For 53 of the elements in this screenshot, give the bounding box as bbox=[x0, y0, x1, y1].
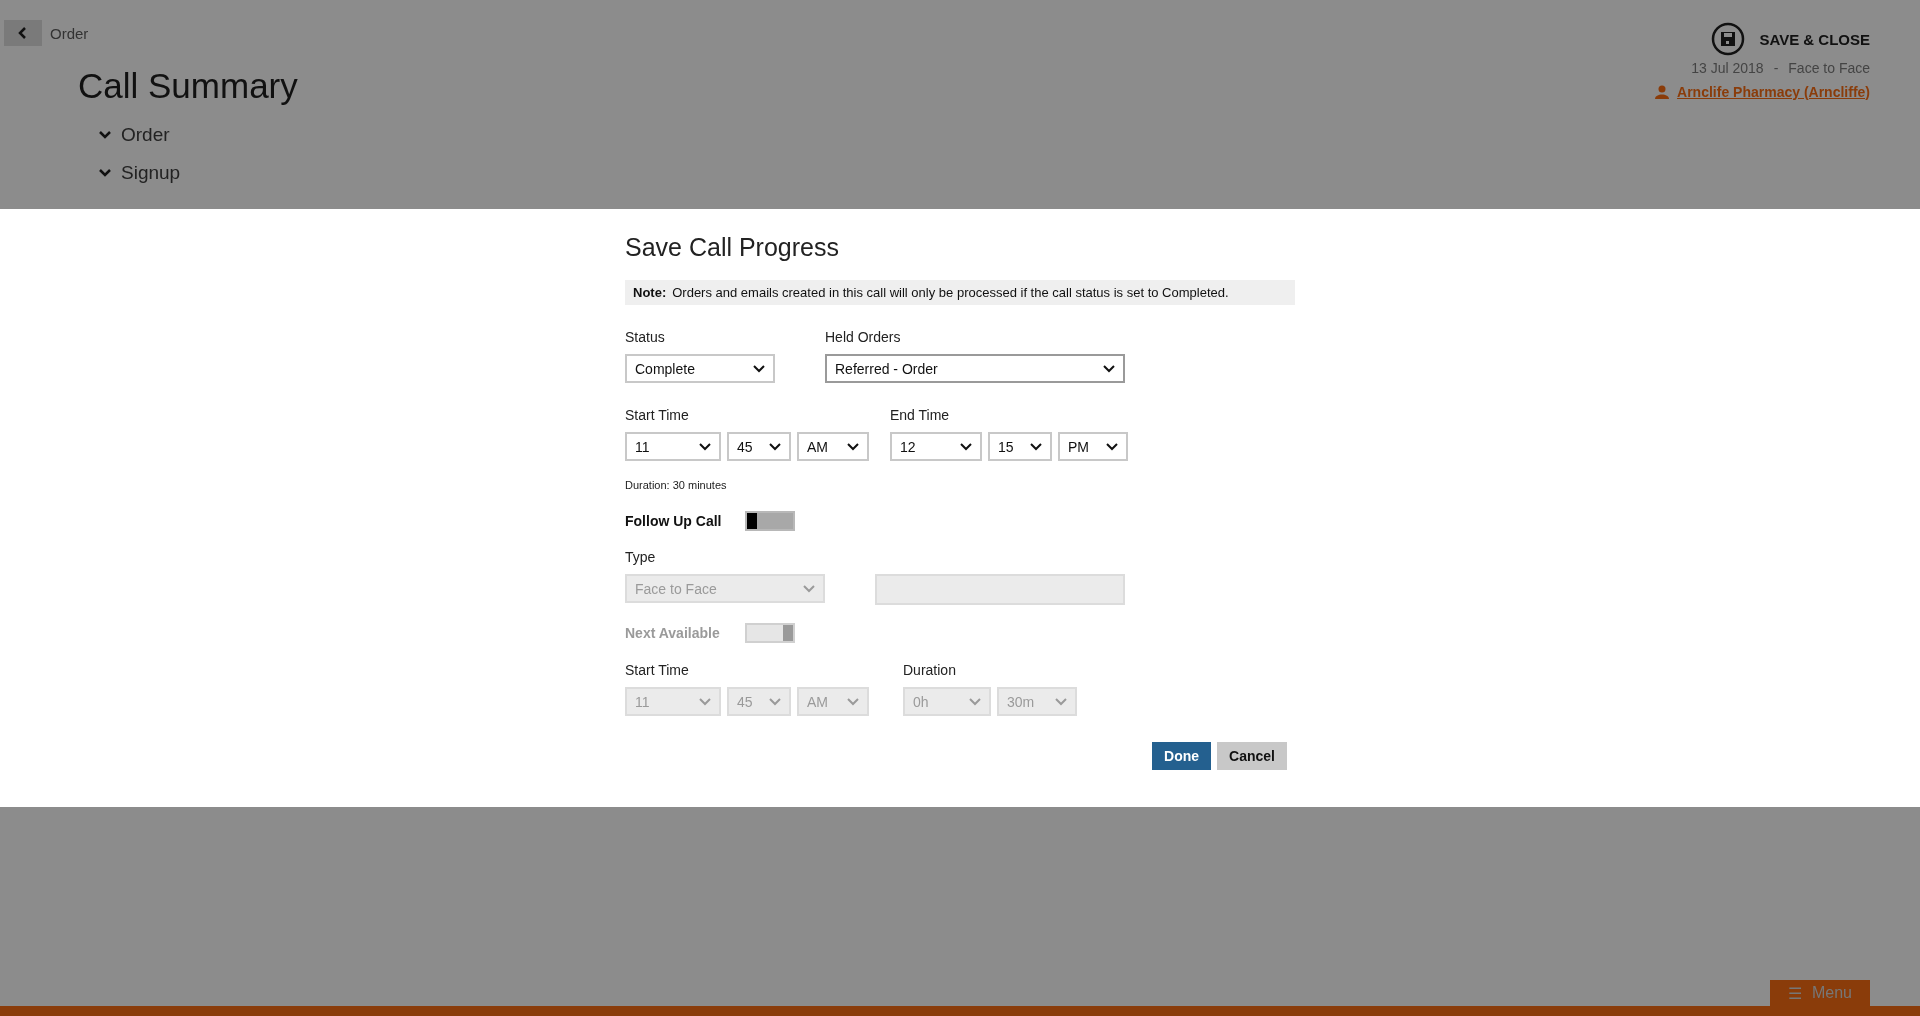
toggle-switch[interactable] bbox=[745, 511, 795, 531]
breadcrumb-label: Order bbox=[50, 24, 89, 42]
chevron-down-icon bbox=[769, 697, 781, 706]
field-label: Duration bbox=[903, 662, 957, 678]
dialog-title: Save Call Progress bbox=[625, 233, 840, 262]
chevron-down-icon bbox=[753, 364, 765, 373]
chevron-down-icon bbox=[803, 584, 815, 593]
section-label[interactable]: Order bbox=[121, 124, 170, 146]
chevron-down-icon bbox=[1103, 364, 1115, 373]
dropdown[interactable]: 15 bbox=[988, 432, 1052, 461]
chevron-down-icon[interactable] bbox=[99, 169, 111, 177]
dropdown[interactable]: AM bbox=[797, 432, 869, 461]
field-label: Start Time bbox=[625, 407, 690, 423]
call-type: Face to Face bbox=[1788, 60, 1870, 76]
chevron-down-icon bbox=[699, 697, 711, 706]
text-field[interactable] bbox=[875, 574, 1125, 605]
cancel-button[interactable]: Cancel bbox=[1217, 742, 1287, 770]
save-close-button[interactable]: SAVE & CLOSE bbox=[1711, 22, 1870, 56]
page-title: Call Summary bbox=[78, 66, 298, 106]
field-label: End Time bbox=[890, 407, 951, 423]
toggle-label: Next Available bbox=[625, 625, 721, 641]
back-button[interactable] bbox=[4, 20, 42, 46]
chevron-down-icon bbox=[847, 697, 859, 706]
call-date: 13 Jul 2018 bbox=[1691, 60, 1764, 76]
field-label: Type bbox=[625, 549, 657, 565]
chevron-down-icon bbox=[1106, 442, 1118, 451]
dropdown[interactable]: Referred - Order bbox=[825, 354, 1125, 383]
dropdown[interactable]: PM bbox=[1058, 432, 1128, 461]
chevron-down-icon bbox=[769, 442, 781, 451]
field-label: Held Orders bbox=[825, 329, 902, 345]
done-button[interactable]: Done bbox=[1152, 742, 1212, 770]
chevron-left-icon bbox=[18, 27, 28, 39]
dropdown[interactable]: 12 bbox=[890, 432, 982, 461]
chevron-down-icon bbox=[1055, 697, 1067, 706]
section-label[interactable]: Signup bbox=[121, 162, 181, 184]
chevron-down-icon bbox=[960, 442, 972, 451]
chevron-down-icon bbox=[699, 442, 711, 451]
chevron-down-icon[interactable] bbox=[99, 131, 111, 139]
toggle-label: Follow Up Call bbox=[625, 513, 723, 529]
dropdown[interactable]: Complete bbox=[625, 354, 775, 383]
note-label: Note: bbox=[633, 285, 667, 300]
duration-text: Duration: 30 minutes bbox=[625, 479, 728, 491]
save-icon bbox=[1711, 22, 1746, 56]
chevron-down-icon bbox=[969, 697, 981, 706]
field-label: Status bbox=[625, 329, 666, 345]
chevron-down-icon bbox=[1030, 442, 1042, 451]
dropdown[interactable]: 45 bbox=[727, 432, 791, 461]
note-text: Orders and emails created in this call will only be processed if the call status is set to Completed. bbox=[672, 285, 1229, 300]
separator-text: - bbox=[1773, 60, 1779, 76]
chevron-down-icon bbox=[847, 442, 859, 451]
field-label: Start Time bbox=[625, 662, 690, 678]
person-icon bbox=[1655, 85, 1670, 99]
dropdown[interactable]: 11 bbox=[625, 432, 721, 461]
